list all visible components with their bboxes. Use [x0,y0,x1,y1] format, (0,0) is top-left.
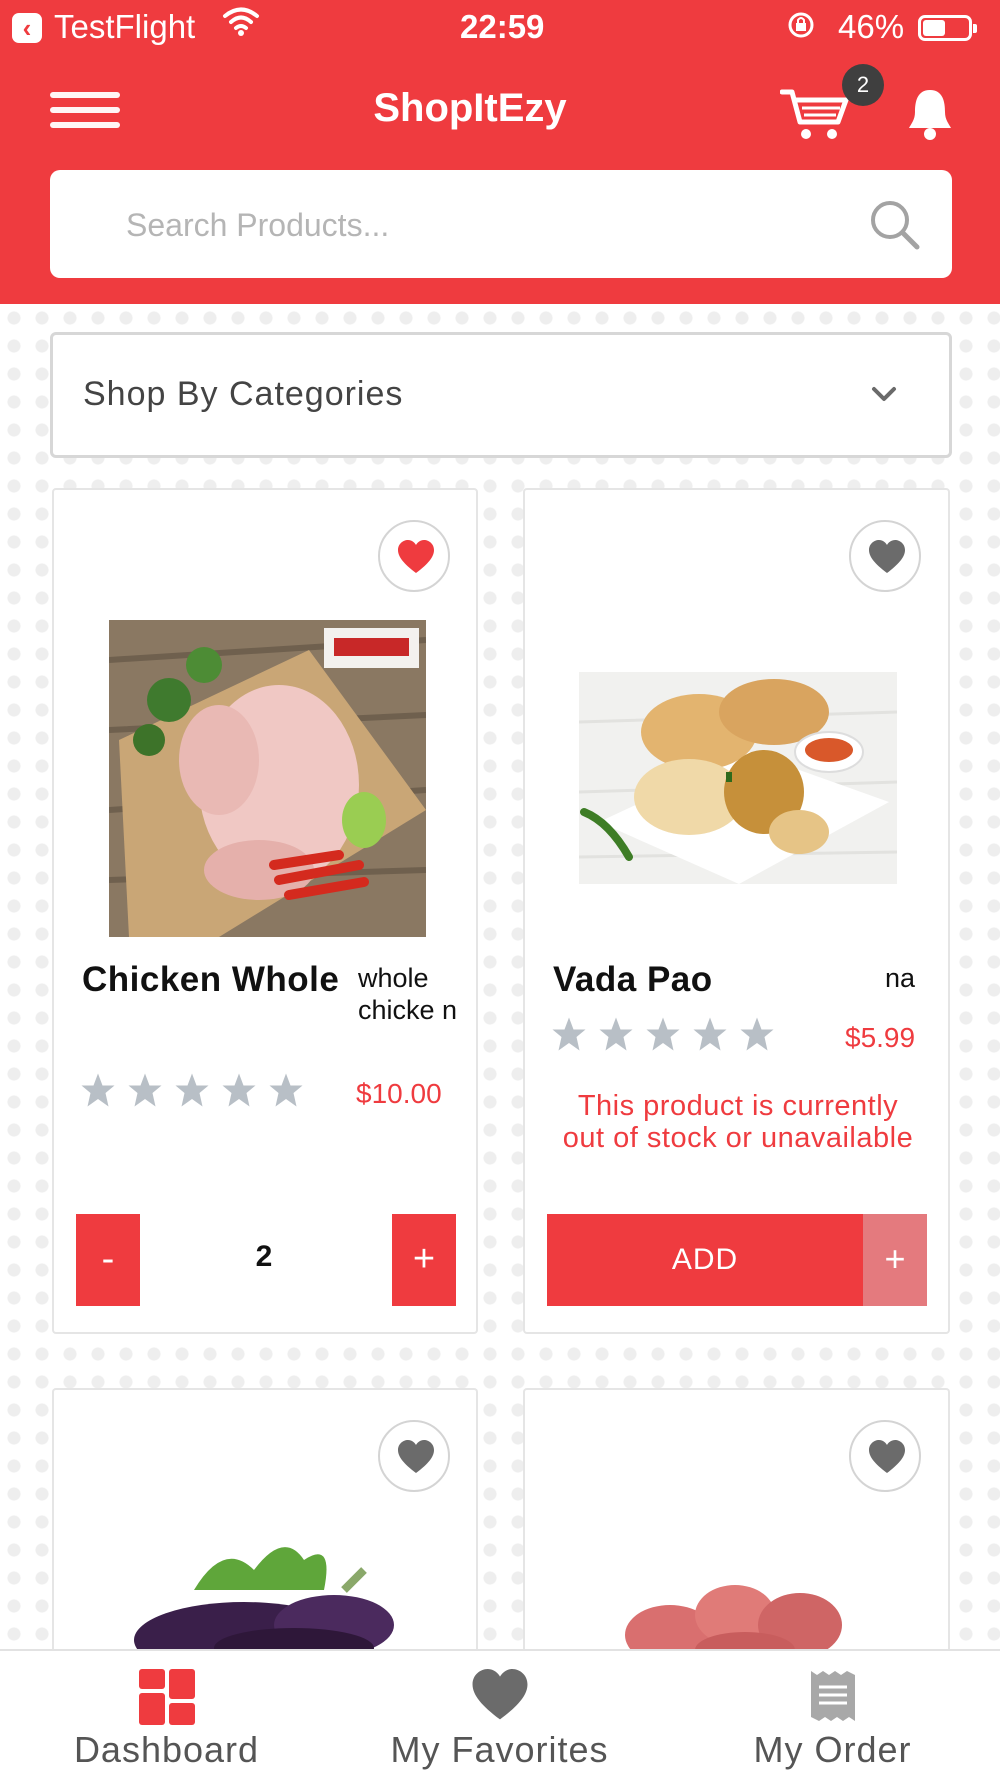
product-image-chicken[interactable] [109,620,426,937]
orientation-lock-icon [786,10,816,47]
star-icon [693,1017,727,1051]
product-card[interactable]: Vada Pao na $5.99 This product is curren… [523,488,950,1334]
app-header: ‹ TestFlight 22:59 46% ShopItEzy 2 Searc… [0,0,1000,304]
favorite-toggle[interactable] [849,520,921,592]
battery-percent: 46% [838,8,905,45]
cart-icon[interactable] [779,86,850,142]
product-price: $10.00 [356,1078,442,1109]
star-icon [646,1017,680,1051]
nav-my-order[interactable]: My Order [666,1651,999,1780]
increase-quantity-button[interactable]: + [392,1214,456,1306]
product-price: $5.99 [845,1022,916,1053]
product-image-vada-pao[interactable] [579,672,897,884]
star-icon [128,1073,162,1107]
star-icon [175,1073,209,1107]
add-to-cart-button[interactable]: ADD [547,1214,863,1306]
star-icon [552,1017,586,1051]
heart-icon [869,540,905,573]
product-image-potato[interactable] [625,1580,845,1650]
heart-icon [398,1440,434,1473]
heart-icon [869,1440,905,1473]
star-icon [222,1073,256,1107]
status-bar: ‹ TestFlight 22:59 46% [0,0,1000,54]
receipt-icon [809,1669,857,1728]
product-card[interactable]: Chicken Whole whole chicke n $10.00 - 2 … [52,488,478,1334]
favorite-toggle[interactable] [378,1420,450,1492]
bottom-navigation: Dashboard My Favorites My Order [0,1649,1000,1780]
heart-icon [471,1669,529,1726]
dashboard-icon [138,1669,195,1730]
back-to-app-icon[interactable]: ‹ [12,13,42,43]
back-app-label[interactable]: TestFlight [54,8,195,46]
clock: 22:59 [460,8,545,45]
rating-stars [80,1072,315,1112]
category-dropdown[interactable]: Shop By Categories [50,332,952,458]
wifi-icon [222,6,260,44]
star-icon [599,1017,633,1051]
nav-dashboard[interactable]: Dashboard [0,1651,333,1780]
increase-quantity-button[interactable]: + [863,1214,927,1306]
favorite-toggle[interactable] [849,1420,921,1492]
battery-icon [918,15,977,41]
star-icon [740,1017,774,1051]
product-description: na [885,963,916,993]
decrease-quantity-button[interactable]: - [76,1214,140,1306]
favorite-toggle[interactable] [378,520,450,592]
out-of-stock-message: This product is currently out of stock o… [562,1090,914,1154]
search-icon[interactable] [868,198,922,252]
nav-my-favorites[interactable]: My Favorites [333,1651,666,1780]
nav-my-order-label: My Order [753,1729,912,1770]
product-name[interactable]: Vada Pao [553,960,713,1000]
notification-bell-icon[interactable] [905,86,955,142]
category-dropdown-label: Shop By Categories [83,375,404,413]
hamburger-menu-icon[interactable] [50,92,120,140]
heart-filled-icon [398,540,434,573]
search-bar [50,170,952,278]
product-description: whole chicke n [358,963,458,1025]
search-input[interactable] [124,196,828,254]
nav-my-favorites-label: My Favorites [390,1729,609,1770]
star-icon [269,1073,303,1107]
quantity-value: 2 [255,1240,273,1273]
app-title: ShopItEzy [373,86,567,130]
chevron-down-icon [869,379,899,409]
rating-stars [551,1016,786,1056]
cart-count-badge: 2 [842,64,884,106]
star-icon [81,1073,115,1107]
nav-dashboard-label: Dashboard [73,1729,260,1770]
product-name[interactable]: Chicken Whole [82,960,339,1000]
product-image-eggplant[interactable] [134,1530,394,1650]
